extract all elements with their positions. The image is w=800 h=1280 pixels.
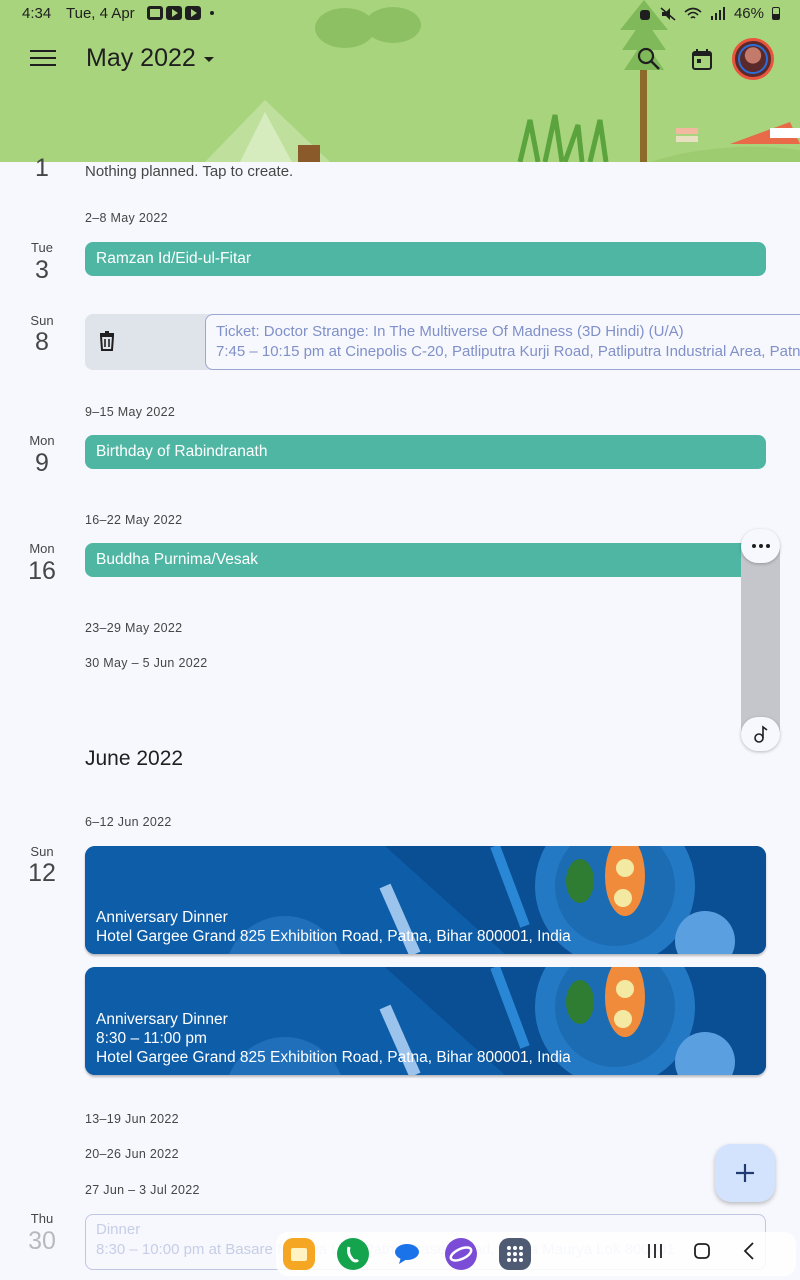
week-range-label: 9–15 May 2022 [85,405,176,419]
account-avatar[interactable] [732,38,774,80]
messages-app-icon[interactable] [391,1238,423,1270]
day-number: 1 [35,154,49,182]
more-dots-icon [751,544,770,548]
nothing-planned[interactable]: Nothing planned. Tap to create. [85,163,293,180]
week-range-label: 27 Jun – 3 Jul 2022 [85,1183,200,1197]
system-navbar [0,1226,800,1280]
notification-icons [147,6,214,20]
week-range-label: 6–12 Jun 2022 [85,815,172,829]
search-icon[interactable] [636,46,662,72]
phone-app-icon[interactable] [337,1238,369,1270]
month-header: June 2022 [85,747,184,770]
event-detail: 7:45 – 10:15 pm at Cinepolis C-20, Patli… [216,343,800,360]
month-selector[interactable]: May 2022 [86,44,214,73]
app-header: 4:34 Tue, 4 Apr 46% May 2022 [0,0,800,162]
youtube-notification-icon [166,6,182,20]
files-app-icon[interactable] [283,1238,315,1270]
week-range-label: 13–19 Jun 2022 [85,1112,179,1126]
fast-scroll-handle[interactable] [741,529,780,751]
event-title: Anniversary Dinner [96,1011,228,1028]
event-chip[interactable]: Birthday of Rabindranath [85,435,766,469]
event-location: Hotel Gargee Grand 825 Exhibition Road, … [96,928,571,945]
menu-button[interactable] [30,50,56,70]
day-name: Tue [31,240,53,255]
event-card[interactable]: Anniversary Dinner 8:30 – 11:00 pm Hotel… [85,967,766,1075]
menu-icon [30,50,56,66]
agenda-list: 1 Nothing planned. Tap to create. 2–8 Ma… [0,154,800,1280]
day-number: 8 [35,328,49,356]
day-name: Mon [29,541,55,556]
wifi-icon [684,7,702,19]
alarm-icon [639,9,650,20]
week-range-label: 20–26 Jun 2022 [85,1147,179,1161]
day-name: Sun [30,313,54,328]
create-event-button[interactable] [715,1144,775,1202]
apps-grid-icon[interactable] [499,1238,531,1270]
back-icon[interactable] [742,1242,756,1260]
event-title: Buddha Purnima/Vesak [96,551,258,568]
event-chip[interactable]: Ramzan Id/Eid-ul-Fitar [85,242,766,276]
event-title: Anniversary Dinner [96,909,228,926]
gallery-notification-icon [147,6,163,20]
event-title: Ramzan Id/Eid-ul-Fitar [96,250,252,267]
event-chip[interactable]: Buddha Purnima/Vesak [85,543,745,577]
internet-app-icon[interactable] [445,1238,477,1270]
ticket-event-card[interactable]: Ticket: Doctor Strange: In The Multivers… [205,314,800,370]
day-name: Thu [30,1211,54,1226]
event-card[interactable]: Anniversary Dinner Hotel Gargee Grand 82… [85,846,766,954]
music-note-icon [753,725,767,743]
day-number: 9 [35,449,49,477]
youtube-notification-icon [185,6,201,20]
battery-percent: 46% [733,5,764,22]
week-range-label: 30 May – 5 Jun 2022 [85,656,208,670]
home-icon[interactable] [693,1242,711,1260]
day-number: 3 [35,256,49,284]
status-bar: 4:34 Tue, 4 Apr 46% [0,0,800,28]
event-title: Ticket: Doctor Strange: In The Multivers… [216,323,684,340]
system-icons: 46% [638,5,780,22]
signal-icon [710,6,725,20]
dropdown-caret-icon [203,57,214,62]
trash-icon[interactable] [99,331,115,351]
week-range-label: 16–22 May 2022 [85,513,183,527]
week-range-label: 2–8 May 2022 [85,211,168,225]
day-number: 16 [28,557,56,585]
scroll-cap-top[interactable] [741,529,780,563]
add-icon [736,1164,754,1182]
status-date: Tue, 4 Apr [66,5,135,22]
day-name: Mon [29,433,55,448]
mute-icon [660,6,676,21]
week-range-label: 23–29 May 2022 [85,621,183,635]
day-number: 12 [28,859,56,887]
event-location: Hotel Gargee Grand 825 Exhibition Road, … [96,1049,571,1066]
calendar-today-icon[interactable] [690,48,714,72]
event-time: 8:30 – 11:00 pm [96,1030,207,1047]
battery-icon [772,7,780,20]
event-title: Birthday of Rabindranath [96,443,268,460]
month-title: May 2022 [86,44,196,72]
more-notifications-icon [210,11,214,15]
swipe-delete-row: Ticket: Doctor Strange: In The Multivers… [85,314,800,370]
status-time: 4:34 [22,5,52,22]
day-name: Sun [30,844,54,859]
scroll-cap-bottom[interactable] [741,717,780,751]
recent-apps-icon[interactable] [646,1242,664,1260]
